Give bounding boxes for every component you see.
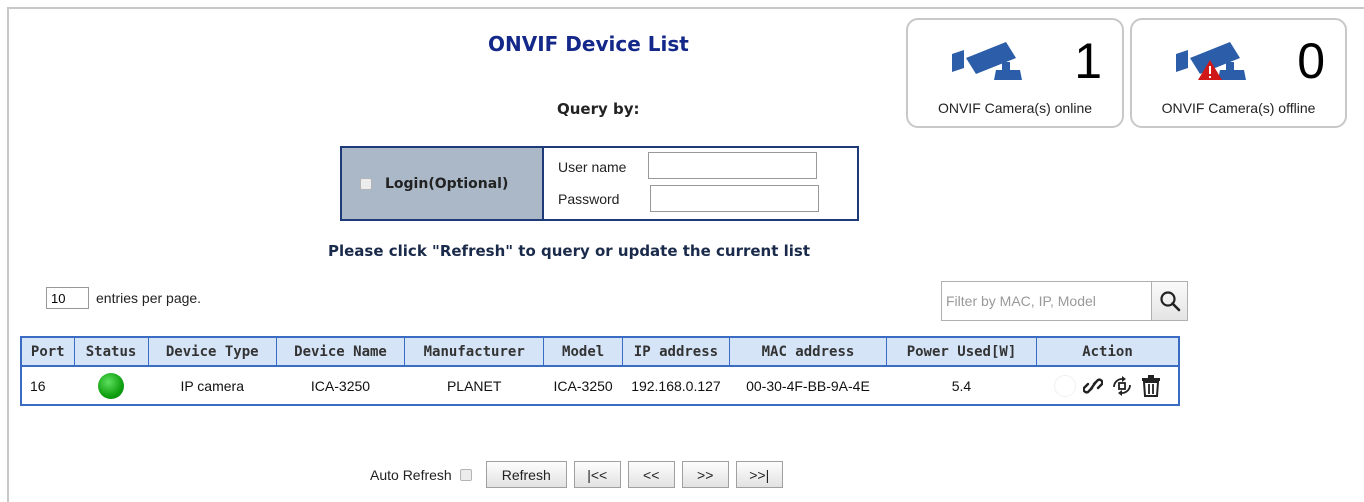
cell-actions: [1037, 366, 1180, 405]
search-icon: [1159, 291, 1180, 312]
cell-model: ICA-3250: [553, 377, 613, 394]
auto-refresh-checkbox[interactable]: [459, 468, 472, 481]
password-label: Password: [558, 191, 620, 207]
username-label: User name: [558, 159, 627, 175]
col-power-used: Power Used[W]: [886, 337, 1038, 367]
col-model: Model: [543, 337, 623, 367]
cell-device-type: IP camera: [180, 377, 244, 394]
cell-ip: 192.168.0.127: [631, 377, 721, 394]
next-page-button[interactable]: >>: [681, 461, 729, 488]
login-toggle: Login(Optional): [342, 148, 544, 219]
col-action: Action: [1036, 337, 1180, 367]
table-row: 16 IP camera ICA-3250 PLANET ICA-3250 19…: [21, 366, 1179, 405]
col-manufacturer: Manufacturer: [404, 337, 545, 367]
filter-input[interactable]: [941, 281, 1152, 321]
cell-device-name: ICA-3250: [310, 377, 371, 394]
offline-label: ONVIF Camera(s) offline: [1161, 100, 1316, 116]
cell-mac: 00-30-4F-BB-9A-4E: [746, 377, 870, 394]
cell-manufacturer: PLANET: [446, 377, 502, 394]
cell-power: 5.4: [951, 377, 972, 394]
login-fields: User name Password: [544, 148, 857, 219]
online-count: 1: [1074, 33, 1102, 89]
bottom-controls: Auto Refresh Refresh |<< << >> >>|: [370, 461, 790, 488]
col-ip-address: IP address: [622, 337, 730, 367]
offline-camera-card: 0 ONVIF Camera(s) offline: [1130, 18, 1347, 128]
online-label: ONVIF Camera(s) online: [937, 100, 1093, 116]
page-title: ONVIF Device List: [488, 32, 689, 56]
login-label: Login(Optional): [385, 175, 509, 192]
entries-per-page-input[interactable]: [46, 287, 89, 309]
username-input[interactable]: [648, 152, 817, 179]
col-status: Status: [74, 337, 149, 367]
col-device-name: Device Name: [276, 337, 406, 367]
first-page-button[interactable]: |<<: [573, 461, 621, 488]
login-checkbox[interactable]: [360, 177, 372, 190]
filter-search-button[interactable]: [1151, 281, 1188, 321]
col-port: Port: [21, 337, 75, 367]
entries-per-page-label: entries per page.: [96, 290, 202, 306]
password-input[interactable]: [650, 185, 819, 212]
cell-status: [74, 366, 148, 405]
col-mac-address: MAC address: [729, 337, 887, 367]
refresh-hint: Please click "Refresh" to query or updat…: [328, 242, 810, 260]
table-header-row: Port Status Device Type Device Name Manu…: [21, 337, 1180, 367]
offline-count: 0: [1297, 33, 1325, 89]
query-by-label: Query by:: [557, 100, 640, 118]
refresh-button[interactable]: Refresh: [485, 461, 567, 488]
camera-icon: [952, 42, 1022, 80]
blank-action-icon[interactable]: [1053, 374, 1076, 397]
last-page-button[interactable]: >>|: [735, 461, 783, 488]
trash-icon[interactable]: [1141, 374, 1161, 397]
login-panel: Login(Optional) User name Password: [340, 146, 859, 221]
reboot-icon[interactable]: [1110, 375, 1134, 397]
auto-refresh-label: Auto Refresh: [370, 466, 452, 483]
status-online-dot: [98, 372, 125, 399]
col-device-type: Device Type: [148, 337, 277, 367]
prev-page-button[interactable]: <<: [627, 461, 675, 488]
link-icon[interactable]: [1082, 375, 1103, 397]
camera-warning-icon: [1176, 42, 1246, 80]
online-camera-card: 1 ONVIF Camera(s) online: [906, 18, 1124, 128]
cell-port: 16: [30, 377, 46, 394]
device-table: Port Status Device Type Device Name Manu…: [20, 336, 1180, 406]
